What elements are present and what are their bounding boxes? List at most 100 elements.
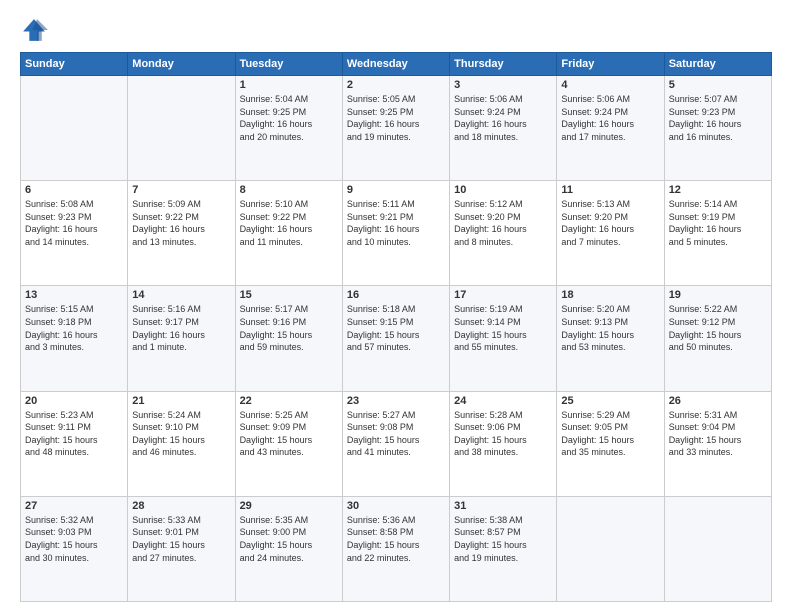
day-number: 9 [347, 184, 445, 196]
calendar-cell: 10 Sunrise: 5:12 AM Sunset: 9:20 PM Dayli… [450, 181, 557, 286]
day-info: Sunrise: 5:23 AM Sunset: 9:11 PM Dayligh… [25, 409, 123, 459]
day-number: 18 [561, 289, 659, 301]
calendar-cell: 23Sunrise: 5:27 AM Sunset: 9:08 PM Dayli… [342, 391, 449, 496]
day-info: Sunrise: 5:33 AM Sunset: 9:01 PM Dayligh… [132, 514, 230, 564]
calendar-cell [128, 76, 235, 181]
day-info: Sunrise: 5:38 AM Sunset: 8:57 PM Dayligh… [454, 514, 552, 564]
calendar: SundayMondayTuesdayWednesdayThursdayFrid… [20, 52, 772, 602]
calendar-cell: 1 Sunrise: 5:04 AM Sunset: 9:25 PM Daylig… [235, 76, 342, 181]
calendar-cell: 11 Sunrise: 5:13 AM Sunset: 9:20 PM Dayli… [557, 181, 664, 286]
day-info: Sunrise: 5:04 AM Sunset: 9:25 PM Dayligh… [240, 93, 338, 143]
calendar-cell [664, 496, 771, 601]
calendar-cell: 4 Sunrise: 5:06 AM Sunset: 9:24 PM Daylig… [557, 76, 664, 181]
day-number: 13 [25, 289, 123, 301]
day-info: Sunrise: 5:05 AM Sunset: 9:25 PM Dayligh… [347, 93, 445, 143]
day-number: 23 [347, 395, 445, 407]
day-info: Sunrise: 5:13 AM Sunset: 9:20 PM Dayligh… [561, 198, 659, 248]
day-info: Sunrise: 5:07 AM Sunset: 9:23 PM Dayligh… [669, 93, 767, 143]
page: SundayMondayTuesdayWednesdayThursdayFrid… [0, 0, 792, 612]
day-info: Sunrise: 5:09 AM Sunset: 9:22 PM Dayligh… [132, 198, 230, 248]
calendar-cell: 26 Sunrise: 5:31 AM Sunset: 9:04 PM Dayli… [664, 391, 771, 496]
day-number: 12 [669, 184, 767, 196]
calendar-cell: 3 Sunrise: 5:06 AM Sunset: 9:24 PM Daylig… [450, 76, 557, 181]
day-info: Sunrise: 5:32 AM Sunset: 9:03 PM Dayligh… [25, 514, 123, 564]
calendar-cell: 9Sunrise: 5:11 AM Sunset: 9:21 PM Daylig… [342, 181, 449, 286]
day-number: 17 [454, 289, 552, 301]
calendar-cell: 19Sunrise: 5:22 AM Sunset: 9:12 PM Dayli… [664, 286, 771, 391]
calendar-cell: 27Sunrise: 5:32 AM Sunset: 9:03 PM Dayli… [21, 496, 128, 601]
day-header-thursday: Thursday [450, 53, 557, 76]
day-number: 15 [240, 289, 338, 301]
logo [20, 16, 52, 44]
calendar-cell: 2 Sunrise: 5:05 AM Sunset: 9:25 PM Daylig… [342, 76, 449, 181]
day-number: 14 [132, 289, 230, 301]
day-number: 26 [669, 395, 767, 407]
calendar-cell: 5 Sunrise: 5:07 AM Sunset: 9:23 PM Daylig… [664, 76, 771, 181]
day-number: 6 [25, 184, 123, 196]
calendar-cell: 18 Sunrise: 5:20 AM Sunset: 9:13 PM Dayli… [557, 286, 664, 391]
day-info: Sunrise: 5:06 AM Sunset: 9:24 PM Dayligh… [561, 93, 659, 143]
calendar-cell: 15 Sunrise: 5:17 AM Sunset: 9:16 PM Dayli… [235, 286, 342, 391]
day-number: 29 [240, 500, 338, 512]
calendar-cell: 29 Sunrise: 5:35 AM Sunset: 9:00 PM Dayli… [235, 496, 342, 601]
day-number: 22 [240, 395, 338, 407]
day-info: Sunrise: 5:12 AM Sunset: 9:20 PM Dayligh… [454, 198, 552, 248]
day-header-monday: Monday [128, 53, 235, 76]
week-row-5: 27Sunrise: 5:32 AM Sunset: 9:03 PM Dayli… [21, 496, 772, 601]
day-info: Sunrise: 5:36 AM Sunset: 8:58 PM Dayligh… [347, 514, 445, 564]
calendar-cell: 8Sunrise: 5:10 AM Sunset: 9:22 PM Daylig… [235, 181, 342, 286]
calendar-cell [21, 76, 128, 181]
calendar-cell: 7Sunrise: 5:09 AM Sunset: 9:22 PM Daylig… [128, 181, 235, 286]
calendar-cell: 6 Sunrise: 5:08 AM Sunset: 9:23 PM Daylig… [21, 181, 128, 286]
calendar-cell: 30 Sunrise: 5:36 AM Sunset: 8:58 PM Dayli… [342, 496, 449, 601]
day-number: 3 [454, 79, 552, 91]
calendar-cell: 20 Sunrise: 5:23 AM Sunset: 9:11 PM Dayli… [21, 391, 128, 496]
day-number: 10 [454, 184, 552, 196]
calendar-cell: 24 Sunrise: 5:28 AM Sunset: 9:06 PM Dayli… [450, 391, 557, 496]
day-number: 5 [669, 79, 767, 91]
header [20, 16, 772, 44]
day-number: 11 [561, 184, 659, 196]
day-header-friday: Friday [557, 53, 664, 76]
calendar-cell: 14Sunrise: 5:16 AM Sunset: 9:17 PM Dayli… [128, 286, 235, 391]
day-number: 25 [561, 395, 659, 407]
week-row-2: 6 Sunrise: 5:08 AM Sunset: 9:23 PM Daylig… [21, 181, 772, 286]
calendar-body: 1 Sunrise: 5:04 AM Sunset: 9:25 PM Daylig… [21, 76, 772, 602]
day-number: 28 [132, 500, 230, 512]
day-number: 1 [240, 79, 338, 91]
day-info: Sunrise: 5:35 AM Sunset: 9:00 PM Dayligh… [240, 514, 338, 564]
day-info: Sunrise: 5:20 AM Sunset: 9:13 PM Dayligh… [561, 303, 659, 353]
day-info: Sunrise: 5:29 AM Sunset: 9:05 PM Dayligh… [561, 409, 659, 459]
day-number: 4 [561, 79, 659, 91]
calendar-cell [557, 496, 664, 601]
calendar-cell: 28 Sunrise: 5:33 AM Sunset: 9:01 PM Dayli… [128, 496, 235, 601]
day-header-saturday: Saturday [664, 53, 771, 76]
calendar-cell: 31 Sunrise: 5:38 AM Sunset: 8:57 PM Dayli… [450, 496, 557, 601]
day-number: 31 [454, 500, 552, 512]
day-number: 21 [132, 395, 230, 407]
calendar-cell: 16Sunrise: 5:18 AM Sunset: 9:15 PM Dayli… [342, 286, 449, 391]
calendar-cell: 17Sunrise: 5:19 AM Sunset: 9:14 PM Dayli… [450, 286, 557, 391]
day-info: Sunrise: 5:14 AM Sunset: 9:19 PM Dayligh… [669, 198, 767, 248]
day-info: Sunrise: 5:17 AM Sunset: 9:16 PM Dayligh… [240, 303, 338, 353]
calendar-header: SundayMondayTuesdayWednesdayThursdayFrid… [21, 53, 772, 76]
week-row-4: 20 Sunrise: 5:23 AM Sunset: 9:11 PM Dayli… [21, 391, 772, 496]
day-info: Sunrise: 5:18 AM Sunset: 9:15 PM Dayligh… [347, 303, 445, 353]
days-row: SundayMondayTuesdayWednesdayThursdayFrid… [21, 53, 772, 76]
day-number: 20 [25, 395, 123, 407]
day-info: Sunrise: 5:22 AM Sunset: 9:12 PM Dayligh… [669, 303, 767, 353]
day-header-tuesday: Tuesday [235, 53, 342, 76]
day-number: 30 [347, 500, 445, 512]
day-info: Sunrise: 5:31 AM Sunset: 9:04 PM Dayligh… [669, 409, 767, 459]
day-number: 2 [347, 79, 445, 91]
day-info: Sunrise: 5:28 AM Sunset: 9:06 PM Dayligh… [454, 409, 552, 459]
calendar-cell: 12 Sunrise: 5:14 AM Sunset: 9:19 PM Dayli… [664, 181, 771, 286]
week-row-3: 13Sunrise: 5:15 AM Sunset: 9:18 PM Dayli… [21, 286, 772, 391]
day-number: 24 [454, 395, 552, 407]
day-header-wednesday: Wednesday [342, 53, 449, 76]
day-info: Sunrise: 5:10 AM Sunset: 9:22 PM Dayligh… [240, 198, 338, 248]
day-header-sunday: Sunday [21, 53, 128, 76]
day-info: Sunrise: 5:08 AM Sunset: 9:23 PM Dayligh… [25, 198, 123, 248]
day-info: Sunrise: 5:06 AM Sunset: 9:24 PM Dayligh… [454, 93, 552, 143]
week-row-1: 1 Sunrise: 5:04 AM Sunset: 9:25 PM Daylig… [21, 76, 772, 181]
